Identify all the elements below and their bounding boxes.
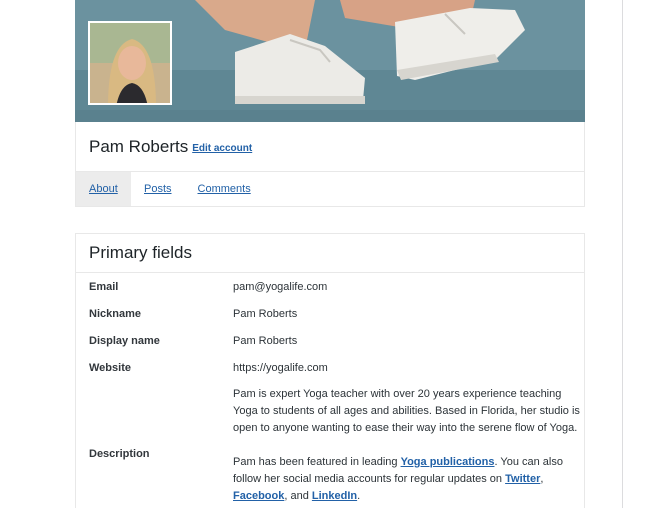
cover-photo [75,0,585,122]
edit-account-link[interactable]: Edit account [192,143,252,154]
tab-posts[interactable]: Posts [144,172,172,206]
description-separator-2: , and [284,490,312,502]
profile-tabs: About Posts Comments [75,172,585,207]
linkedin-link[interactable]: LinkedIn [312,490,357,502]
avatar [88,21,172,105]
description-text-before: Pam has been featured in leading [233,456,401,468]
profile-header: Pam Roberts Edit account [75,122,585,172]
profile-panel: Pam Roberts Edit account About Posts Com… [75,0,585,207]
yoga-publications-link[interactable]: Yoga publications [401,456,495,468]
email-value: pam@yogalife.com [233,281,328,293]
description-text-end: . [357,490,361,502]
display-name-value: Pam Roberts [233,335,298,347]
email-label: Email [89,281,119,293]
twitter-link[interactable]: Twitter [505,473,540,485]
description-paragraph-1: Pam is expert Yoga teacher with over 20 … [233,388,580,434]
display-name-label: Display name [89,335,160,347]
website-label: Website [89,362,131,374]
profile-name: Pam Roberts [89,136,189,156]
primary-fields-card: Primary fields Email pam@yogalife.com Ni… [75,233,585,508]
tab-about[interactable]: About [76,172,131,206]
page-right-rule [622,0,623,508]
primary-fields-title: Primary fields [76,234,584,273]
facebook-link[interactable]: Facebook [233,490,284,502]
description-label: Description [89,448,150,460]
website-value: https://yogalife.com [233,362,328,374]
description-paragraph-2: Pam has been featured in leading Yoga pu… [233,454,583,505]
tab-comments[interactable]: Comments [198,172,251,206]
nickname-label: Nickname [89,308,141,320]
nickname-value: Pam Roberts [233,308,298,320]
description-separator-1: , [540,473,544,485]
